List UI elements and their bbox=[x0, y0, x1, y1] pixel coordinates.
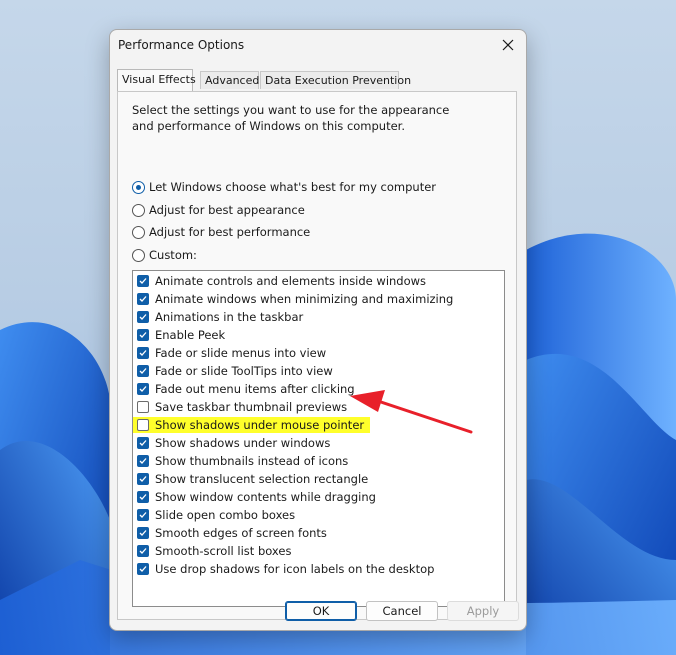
setting-label: Show shadows under windows bbox=[155, 436, 331, 450]
checkbox-checked[interactable] bbox=[137, 473, 149, 485]
checkbox-unchecked[interactable] bbox=[137, 401, 149, 413]
list-item[interactable]: Show thumbnails instead of icons bbox=[137, 453, 348, 469]
checkbox-checked[interactable] bbox=[137, 365, 149, 377]
close-icon bbox=[502, 39, 514, 51]
checkbox-checked[interactable] bbox=[137, 347, 149, 359]
setting-label: Fade out menu items after clicking bbox=[155, 382, 355, 396]
list-item[interactable]: Animations in the taskbar bbox=[137, 309, 303, 325]
radio-button[interactable] bbox=[132, 225, 145, 239]
checkbox-checked[interactable] bbox=[137, 545, 149, 557]
list-item[interactable]: Fade or slide ToolTips into view bbox=[137, 363, 333, 379]
checkmark-icon bbox=[139, 548, 147, 554]
list-item[interactable]: Smooth edges of screen fonts bbox=[137, 525, 327, 541]
window-title: Performance Options bbox=[118, 38, 245, 52]
checkmark-icon bbox=[139, 458, 147, 464]
setting-label: Slide open combo boxes bbox=[155, 508, 296, 522]
checkmark-icon bbox=[139, 530, 147, 536]
tab-advanced[interactable]: Advanced bbox=[200, 71, 259, 89]
radio-button-selected[interactable] bbox=[132, 180, 145, 194]
list-item[interactable]: Fade or slide menus into view bbox=[137, 345, 326, 361]
apply-button[interactable]: Apply bbox=[447, 601, 519, 621]
title-bar[interactable]: Performance Options bbox=[110, 30, 526, 62]
checkbox-checked[interactable] bbox=[137, 275, 149, 287]
list-item-highlighted[interactable]: Show shadows under mouse pointer bbox=[133, 417, 371, 433]
checkbox-unchecked[interactable] bbox=[137, 419, 149, 431]
radio-let-windows-choose[interactable]: Let Windows choose what's best for my co… bbox=[132, 180, 436, 194]
checkmark-icon bbox=[139, 350, 147, 356]
visual-effects-list[interactable]: Animate controls and elements inside win… bbox=[132, 270, 505, 607]
setting-label: Fade or slide ToolTips into view bbox=[155, 364, 333, 378]
radio-button[interactable] bbox=[132, 203, 145, 217]
checkmark-icon bbox=[139, 278, 147, 284]
checkbox-checked[interactable] bbox=[137, 491, 149, 503]
setting-label: Smooth edges of screen fonts bbox=[155, 526, 327, 540]
checkmark-icon bbox=[139, 314, 147, 320]
setting-label: Animate windows when minimizing and maxi… bbox=[155, 292, 454, 306]
setting-label: Smooth-scroll list boxes bbox=[155, 544, 292, 558]
radio-best-appearance[interactable]: Adjust for best appearance bbox=[132, 203, 305, 217]
checkbox-checked[interactable] bbox=[137, 311, 149, 323]
setting-label: Save taskbar thumbnail previews bbox=[155, 400, 348, 414]
setting-label: Show shadows under mouse pointer bbox=[155, 418, 365, 432]
checkmark-icon bbox=[139, 386, 147, 392]
checkbox-checked[interactable] bbox=[137, 509, 149, 521]
radio-button[interactable] bbox=[132, 248, 145, 262]
radio-best-performance[interactable]: Adjust for best performance bbox=[132, 225, 310, 239]
ok-button[interactable]: OK bbox=[285, 601, 357, 621]
setting-label: Animations in the taskbar bbox=[155, 310, 304, 324]
checkbox-checked[interactable] bbox=[137, 383, 149, 395]
checkbox-checked[interactable] bbox=[137, 329, 149, 341]
radio-label: Let Windows choose what's best for my co… bbox=[149, 180, 437, 194]
setting-label: Show thumbnails instead of icons bbox=[155, 454, 349, 468]
setting-label: Show translucent selection rectangle bbox=[155, 472, 369, 486]
radio-custom[interactable]: Custom: bbox=[132, 248, 197, 262]
checkbox-checked[interactable] bbox=[137, 527, 149, 539]
checkmark-icon bbox=[139, 494, 147, 500]
list-item[interactable]: Show window contents while dragging bbox=[137, 489, 376, 505]
list-item[interactable]: Animate controls and elements inside win… bbox=[137, 273, 426, 289]
description-text: Select the settings you want to use for … bbox=[132, 103, 450, 133]
setting-label: Enable Peek bbox=[155, 328, 226, 342]
checkmark-icon bbox=[139, 440, 147, 446]
checkmark-icon bbox=[139, 332, 147, 338]
list-item[interactable]: Save taskbar thumbnail previews bbox=[137, 399, 347, 415]
tab-data-execution-prevention[interactable]: Data Execution Prevention bbox=[260, 71, 411, 89]
setting-label: Show window contents while dragging bbox=[155, 490, 376, 504]
checkbox-checked[interactable] bbox=[137, 293, 149, 305]
tab-visual-effects[interactable]: Visual Effects bbox=[117, 69, 196, 91]
setting-label: Animate controls and elements inside win… bbox=[155, 274, 427, 288]
checkbox-checked[interactable] bbox=[137, 455, 149, 467]
list-item[interactable]: Enable Peek bbox=[137, 327, 225, 343]
radio-label: Custom: bbox=[149, 248, 197, 262]
list-item[interactable]: Use drop shadows for icon labels on the … bbox=[137, 561, 434, 577]
visual-effects-panel: Select the settings you want to use for … bbox=[117, 91, 517, 620]
cancel-button[interactable]: Cancel bbox=[366, 601, 438, 621]
checkmark-icon bbox=[139, 296, 147, 302]
performance-options-dialog: Performance Options Visual Effects Advan… bbox=[109, 29, 527, 631]
list-item[interactable]: Slide open combo boxes bbox=[137, 507, 295, 523]
close-button[interactable] bbox=[490, 30, 526, 60]
setting-label: Use drop shadows for icon labels on the … bbox=[155, 562, 435, 576]
radio-label: Adjust for best appearance bbox=[149, 203, 305, 217]
checkmark-icon bbox=[139, 566, 147, 572]
checkbox-checked[interactable] bbox=[137, 563, 149, 575]
setting-label: Fade or slide menus into view bbox=[155, 346, 327, 360]
checkbox-checked[interactable] bbox=[137, 437, 149, 449]
checkmark-icon bbox=[139, 368, 147, 374]
list-item[interactable]: Fade out menu items after clicking bbox=[137, 381, 355, 397]
list-item[interactable]: Smooth-scroll list boxes bbox=[137, 543, 291, 559]
checkmark-icon bbox=[139, 476, 147, 482]
list-item[interactable]: Animate windows when minimizing and maxi… bbox=[137, 291, 453, 307]
list-item[interactable]: Show translucent selection rectangle bbox=[137, 471, 368, 487]
list-item[interactable]: Show shadows under windows bbox=[137, 435, 330, 451]
radio-label: Adjust for best performance bbox=[149, 225, 311, 239]
checkmark-icon bbox=[139, 512, 147, 518]
